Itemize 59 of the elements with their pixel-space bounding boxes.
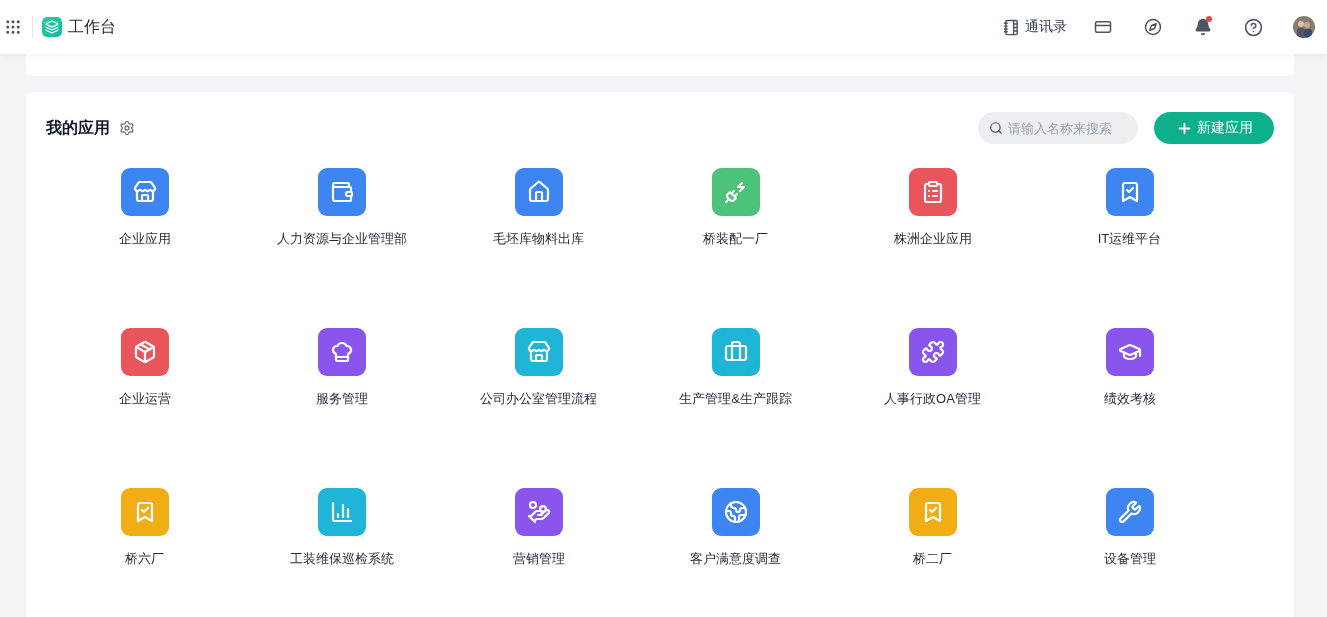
app-label[interactable]: 设备管理 [1103, 550, 1156, 568]
app-tile[interactable] [908, 488, 957, 536]
app-label[interactable]: 公司办公室管理流程 [480, 390, 597, 408]
app-label[interactable]: 桥装配一厂 [703, 230, 768, 248]
app-label[interactable]: 人力资源与企业管理部 [276, 230, 407, 248]
store-icon [132, 180, 157, 204]
app-label[interactable]: 毛坯库物料出库 [493, 230, 584, 248]
app-label[interactable]: 服务管理 [315, 390, 368, 408]
app-tile[interactable] [711, 168, 760, 216]
section-title: 我的应用 [46, 117, 110, 138]
app-label[interactable]: 桥六厂 [125, 550, 164, 568]
globe-icon [723, 500, 748, 524]
settings-icon[interactable] [119, 120, 135, 136]
app-tile[interactable] [317, 168, 366, 216]
app-tile[interactable] [1105, 168, 1154, 216]
app-label[interactable]: 企业运营 [118, 390, 171, 408]
app-tile[interactable] [317, 488, 366, 536]
app-tile[interactable] [1105, 488, 1154, 536]
app-grid-icon[interactable] [4, 18, 22, 36]
notification-button[interactable] [1193, 17, 1213, 37]
app-label[interactable]: 绩效考核 [1103, 390, 1156, 408]
avatar[interactable] [1293, 16, 1315, 38]
app-title: 工作台 [68, 16, 116, 37]
app-tile[interactable] [120, 488, 169, 536]
app-label[interactable]: 生产管理&生产跟踪 [679, 390, 792, 408]
app-tile[interactable] [711, 328, 760, 376]
app-tile[interactable] [908, 168, 957, 216]
app-label[interactable]: IT运维平台 [1097, 230, 1162, 248]
app-tile[interactable] [317, 328, 366, 376]
logo-icon [42, 17, 62, 37]
app-label[interactable]: 企业应用 [118, 230, 171, 248]
app-label[interactable]: 营销管理 [512, 550, 565, 568]
compass-button[interactable] [1143, 17, 1163, 37]
app-label[interactable]: 桥二厂 [913, 550, 952, 568]
app-label[interactable]: 人事行政OA管理 [884, 390, 981, 408]
app-label[interactable]: 客户满意度调查 [690, 550, 781, 568]
app-tile[interactable] [120, 168, 169, 216]
contacts-button[interactable]: 通讯录 [1003, 18, 1067, 36]
contacts-icon [1003, 18, 1020, 36]
app-tile[interactable] [514, 328, 563, 376]
app-label[interactable]: 工装维保巡检系统 [289, 550, 394, 568]
search-field[interactable]: 请输入名称来搜索 [978, 112, 1138, 144]
app-tile[interactable] [908, 328, 957, 376]
bar-chart-icon [329, 500, 354, 524]
briefcase-icon [723, 340, 748, 364]
box-icon [132, 340, 157, 364]
store-icon [526, 340, 551, 364]
app-label[interactable]: 株洲企业应用 [893, 230, 972, 248]
app-tile[interactable] [514, 488, 563, 536]
app-tile[interactable] [514, 168, 563, 216]
app-tile[interactable] [120, 328, 169, 376]
app-tile[interactable] [1105, 328, 1154, 376]
help-button[interactable] [1243, 17, 1263, 37]
puzzle-icon [920, 340, 945, 364]
search-icon [989, 121, 1003, 135]
wallet-icon [329, 180, 354, 204]
house-icon [526, 180, 551, 204]
plug-icon [723, 180, 748, 204]
app-tile[interactable] [711, 488, 760, 536]
